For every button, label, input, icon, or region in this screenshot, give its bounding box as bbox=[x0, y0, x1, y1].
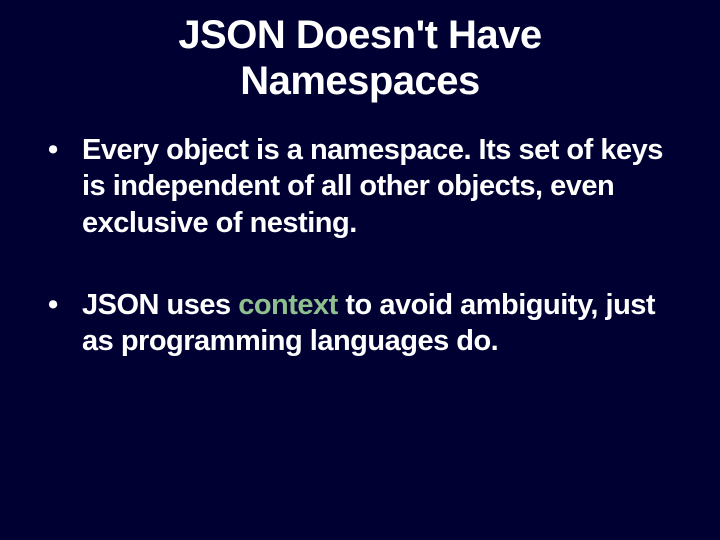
bullet-text: Every object is a namespace. Its set of … bbox=[82, 134, 663, 239]
bullet-item: JSON uses context to avoid ambiguity, ju… bbox=[48, 287, 684, 360]
slide-title: JSON Doesn't Have Namespaces bbox=[36, 12, 684, 104]
bullet-highlight: context bbox=[238, 289, 338, 321]
bullet-list: Every object is a namespace. Its set of … bbox=[36, 132, 684, 359]
bullet-text-pre: JSON uses bbox=[82, 289, 238, 321]
bullet-item: Every object is a namespace. Its set of … bbox=[48, 132, 684, 241]
